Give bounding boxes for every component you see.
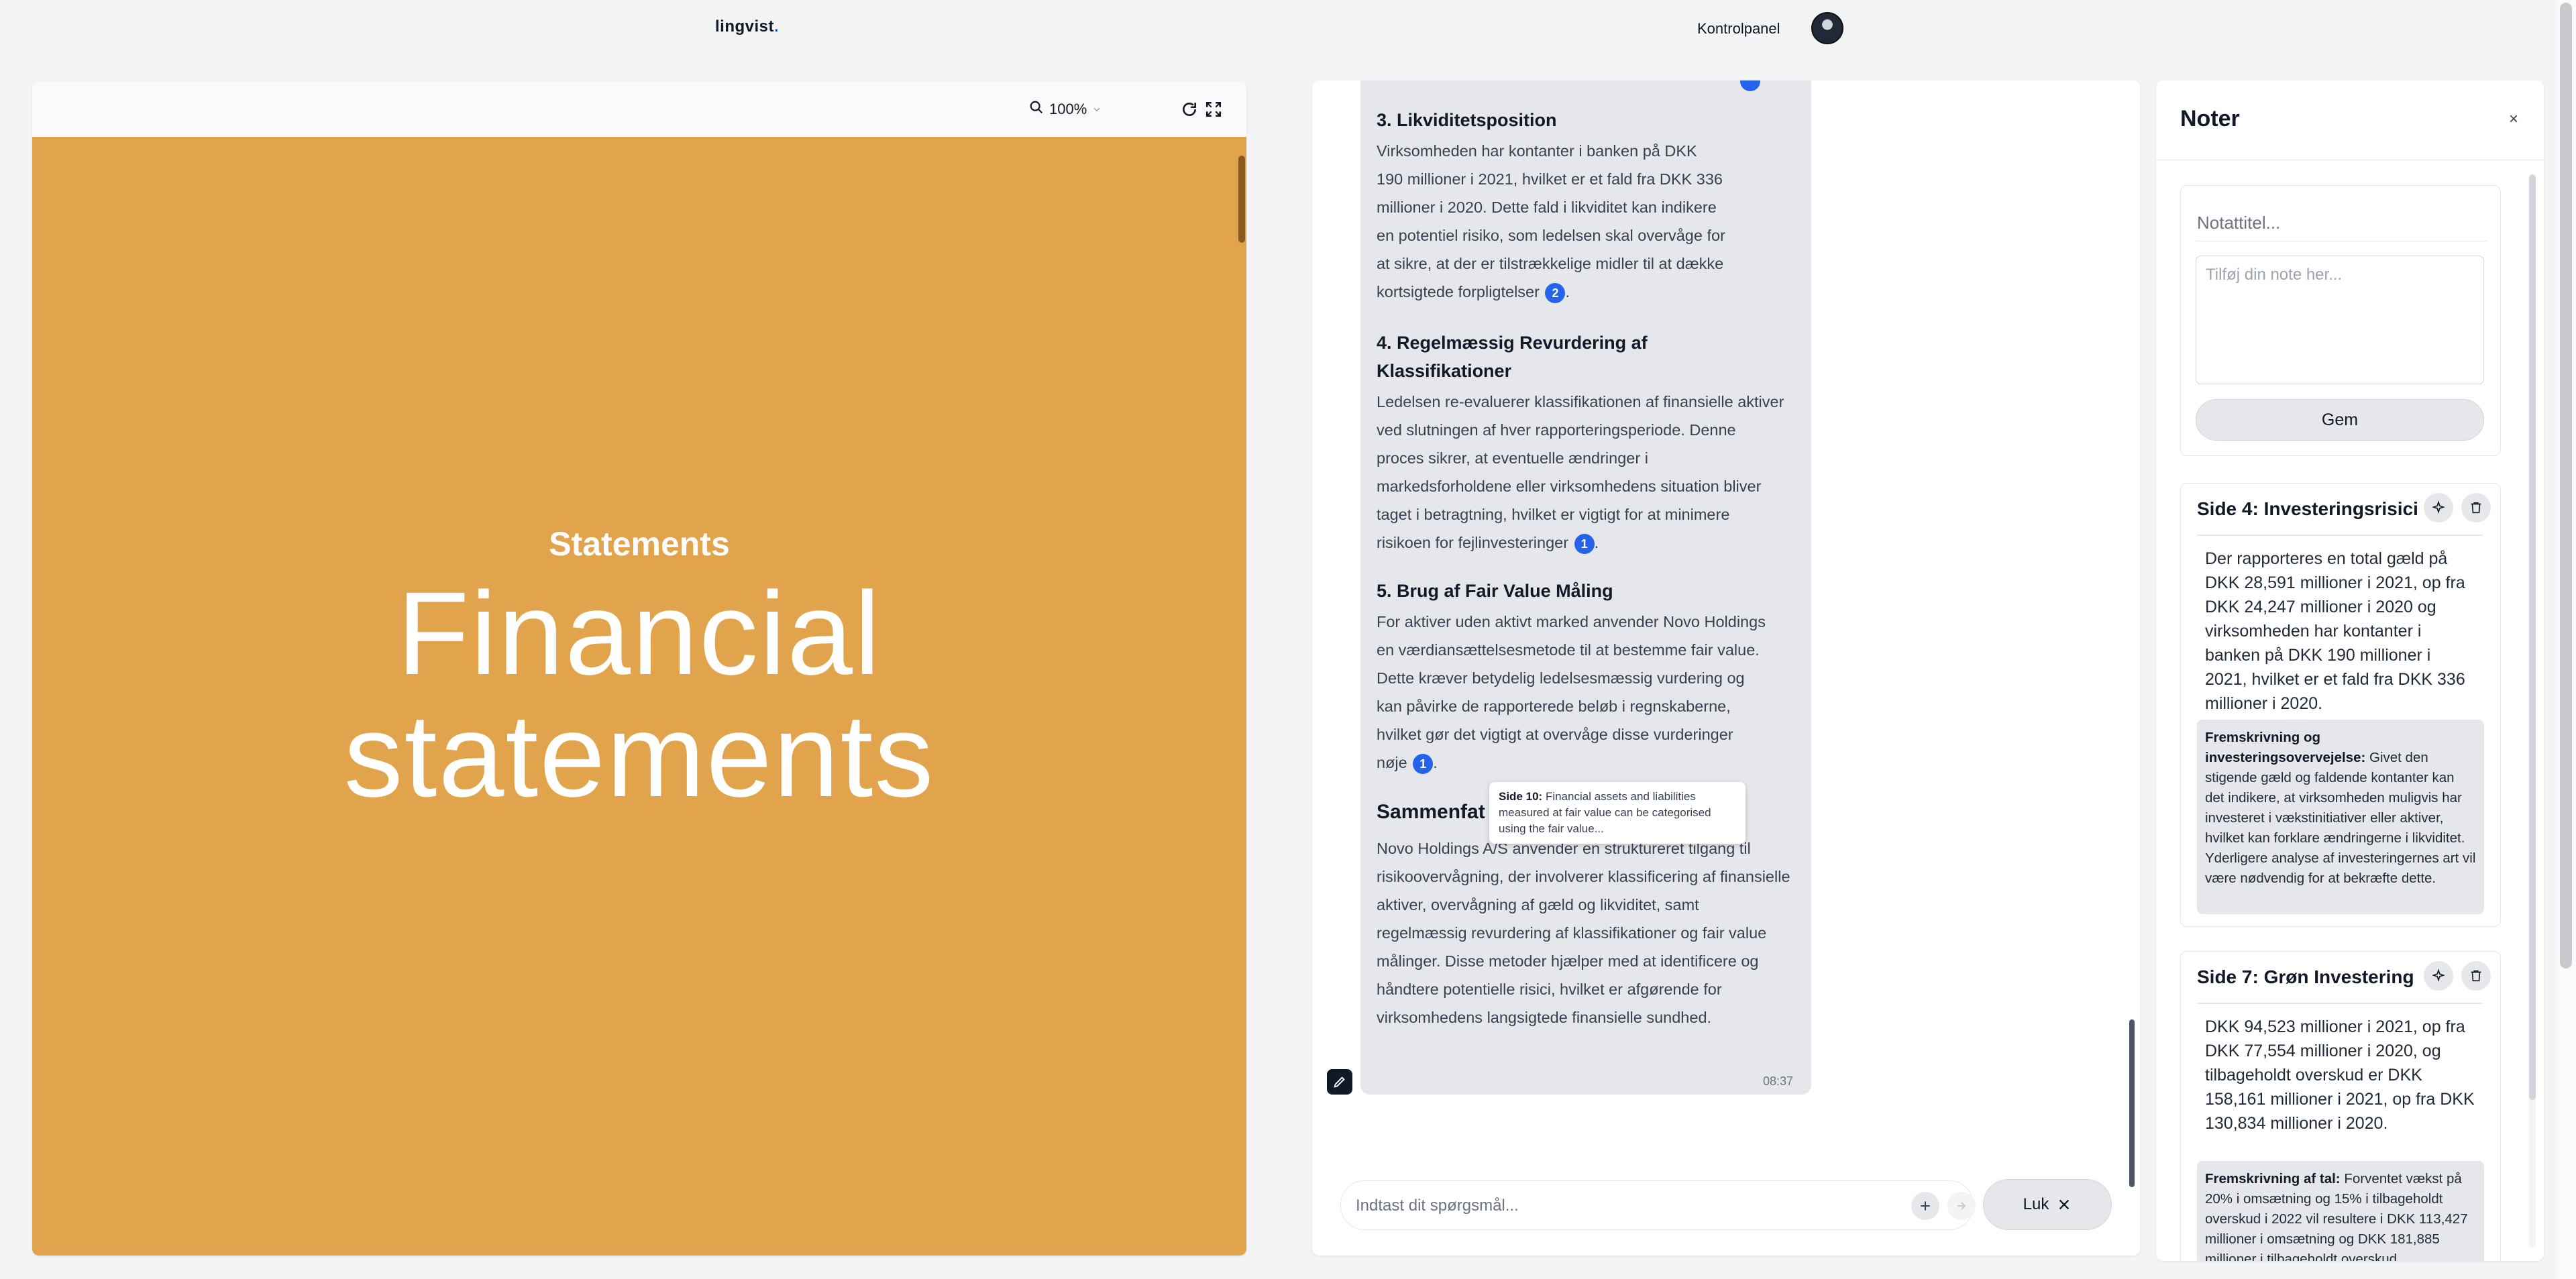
note-ai-text: Givet den stigende gæld og faldende kont…	[2205, 750, 2476, 886]
zoom-level: 100%	[1049, 101, 1087, 117]
sparkle-icon	[2432, 968, 2445, 983]
citation-badge[interactable]: 1	[1574, 533, 1595, 554]
sparkle-icon	[2432, 500, 2445, 514]
notes-title: Noter	[2180, 106, 2240, 131]
expand-icon	[1205, 101, 1222, 117]
edit-button[interactable]	[1327, 1069, 1352, 1095]
note-card: Side 7: Grøn Investering DKK 94,523 mill…	[2180, 951, 2501, 1261]
viewer-toolbar: 100%	[32, 82, 1246, 137]
pen-icon	[1334, 1076, 1345, 1088]
page-scrollbar[interactable]	[1238, 156, 1245, 243]
notes-scrollbar[interactable]	[2529, 174, 2536, 1100]
page-title-line-1: Financial	[396, 568, 882, 700]
refresh-icon	[1183, 103, 1196, 116]
section-heading: 3. Likviditetsposition	[1377, 110, 1557, 130]
note-card-title: Side 4: Investeringsrisici	[2197, 498, 2418, 519]
zoom-control[interactable]: 100%	[1029, 98, 1102, 121]
page-title-line-2: statements	[343, 690, 935, 822]
section-text: Novo Holdings A/S anvender en strukturer…	[1377, 840, 1790, 1026]
app-logo[interactable]: lingvist.	[715, 17, 779, 36]
document-viewer: 100% Statements Financial statements	[32, 82, 1246, 1256]
close-notes-button[interactable]: ×	[2509, 110, 2518, 129]
refresh-button[interactable]	[1178, 98, 1201, 121]
new-note-form: Gem	[2180, 185, 2501, 456]
chat-panel: 3. Likviditetsposition Virksomheden har …	[1312, 80, 2140, 1256]
plus-icon	[1921, 1201, 1930, 1211]
divider	[2197, 1003, 2483, 1004]
notes-panel: Noter × Gem Side 4: Investeringsrisici D…	[2156, 80, 2544, 1261]
window-scrollbar[interactable]	[2560, 3, 2572, 968]
note-ai-label: Fremskrivning og investeringsovervejelse…	[2205, 730, 2366, 765]
delete-note-button[interactable]	[2461, 493, 2491, 522]
page-title: Financial statements	[32, 573, 1246, 817]
citation-tooltip: Side 10: Financial assets and liabilitie…	[1489, 782, 1746, 844]
close-chat-button[interactable]: Luk	[1983, 1179, 2112, 1230]
ai-sparkle-button[interactable]	[2424, 961, 2453, 991]
assistant-message: 3. Likviditetsposition Virksomheden har …	[1360, 80, 1811, 1095]
tooltip-page: Side 10:	[1499, 790, 1543, 803]
arrow-right-icon	[1957, 1202, 1966, 1210]
note-card-title: Side 7: Grøn Investering	[2197, 966, 2414, 987]
section-heading: 5. Brug af Fair Value Måling	[1377, 581, 1613, 601]
delete-note-button[interactable]	[2461, 961, 2491, 991]
section-text: For aktiver uden aktivt marked anvender …	[1377, 608, 1766, 777]
trash-icon	[2471, 502, 2481, 514]
user-avatar[interactable]	[1811, 12, 1843, 44]
dashboard-link[interactable]: Kontrolpanel	[1697, 20, 1780, 38]
page-subtitle: Statements	[549, 525, 730, 563]
save-note-button[interactable]: Gem	[2196, 399, 2484, 441]
section-heading: 4. Regelmæssig Revurdering af Klassifika…	[1377, 333, 1648, 381]
close-icon	[2059, 1199, 2070, 1210]
send-button[interactable]	[1947, 1192, 1976, 1220]
add-button[interactable]	[1911, 1192, 1939, 1220]
section-text: Ledelsen re-evaluerer klassifikationen a…	[1377, 388, 1786, 557]
question-input[interactable]	[1354, 1190, 1880, 1221]
note-ai-projection: Fremskrivning og investeringsovervejelse…	[2197, 720, 2484, 914]
section-heading: Sammenfat	[1377, 801, 1485, 823]
document-page: Statements Financial statements	[32, 137, 1246, 1256]
note-card: Side 4: Investeringsrisici Der rapporter…	[2180, 483, 2501, 927]
top-bar	[0, 0, 2576, 56]
note-body-input[interactable]	[2196, 256, 2484, 384]
note-ai-projection: Fremskrivning af tal: Forventet vækst på…	[2197, 1161, 2484, 1261]
message-timestamp: 08:37	[1763, 1074, 1794, 1088]
zoom-icon	[1029, 100, 1044, 119]
section-text: Virksomheden har kontanter i banken på D…	[1377, 137, 1725, 306]
fullscreen-button[interactable]	[1202, 98, 1225, 121]
citation-badge[interactable]: 1	[1413, 753, 1434, 774]
note-card-text: Der rapporteres en total gæld på DKK 28,…	[2205, 549, 2465, 713]
ai-sparkle-button[interactable]	[2424, 493, 2453, 522]
chat-scrollbar[interactable]	[2129, 1019, 2135, 1187]
section-text-body: For aktiver uden aktivt marked anvender …	[1377, 613, 1766, 771]
trash-icon	[2471, 970, 2481, 982]
citation-badge[interactable]	[1740, 80, 1760, 91]
citation-badge[interactable]: 2	[1545, 282, 1566, 303]
question-input-box	[1340, 1180, 1976, 1230]
chevron-down-icon	[1092, 101, 1102, 118]
section-text-body: Ledelsen re-evaluerer klassifikationen a…	[1377, 393, 1784, 551]
note-title-input[interactable]	[2196, 205, 2487, 241]
section-text-body: Virksomheden har kontanter i banken på D…	[1377, 142, 1725, 300]
note-ai-label: Fremskrivning af tal:	[2205, 1171, 2341, 1186]
note-card-text: DKK 94,523 millioner i 2021, op fra DKK …	[2205, 1017, 2475, 1133]
divider	[2197, 535, 2483, 536]
close-chat-label: Luk	[2023, 1195, 2049, 1213]
